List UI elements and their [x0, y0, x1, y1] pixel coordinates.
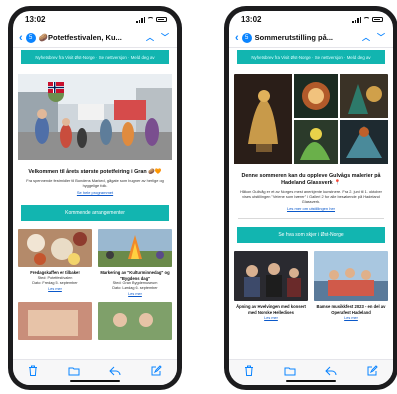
festival-photo [18, 74, 172, 165]
wifi-icon [147, 17, 154, 22]
folder-icon[interactable] [284, 366, 296, 376]
event-photo [234, 251, 308, 302]
event-link[interactable]: Les mer [18, 287, 92, 291]
unread-badge: 5 [25, 32, 36, 43]
artwork-collage [234, 74, 388, 169]
next-message-icon[interactable]: ﹀ [159, 32, 171, 43]
mail-nav-bar: ‹ 5 🥔Potetfestivalen, Ku... ︿ ﹀ [13, 28, 177, 48]
folder-icon[interactable] [68, 366, 80, 376]
status-time: 13:02 [241, 15, 262, 24]
event-grid: Fredagskaffen er tilbake! Sted: Potetfes… [18, 229, 172, 296]
event-card[interactable]: Åpning av Hvelvingen med konsert med Nor… [234, 251, 308, 320]
hero-title: Denne sommeren kan du oppleve Gulvågs ma… [241, 173, 381, 186]
mail-toolbar [13, 359, 177, 385]
status-bar: 13:02 [229, 11, 393, 28]
hero-text: Håkon Gullvåg er et av Norges mest anerk… [240, 188, 382, 205]
hero-title: Velkommen til årets største potetfeiring… [28, 169, 162, 175]
cta-button[interactable]: Kommende arrangementer [21, 205, 169, 222]
event-card[interactable] [98, 302, 172, 341]
home-indicator[interactable] [286, 380, 336, 382]
status-bar: 13:02 [13, 11, 177, 28]
event-card[interactable]: Fredagskaffen er tilbake! Sted: Potetfes… [18, 229, 92, 296]
previous-message-icon[interactable]: ︿ [144, 32, 156, 43]
compose-icon[interactable] [151, 365, 162, 376]
event-date: Dato: Fredag 5. september [32, 280, 78, 285]
hero-link[interactable]: Les mer om utstillingen her [234, 206, 388, 211]
status-time: 13:02 [25, 15, 46, 24]
divider [238, 218, 384, 220]
cta-button[interactable]: Se hva som skjer i Øst-Norge [237, 227, 385, 244]
event-photo [18, 302, 92, 341]
battery-icon [156, 17, 167, 22]
event-card[interactable]: Markering av "Kulturminnedag" og "Bygden… [98, 229, 172, 296]
trash-icon[interactable] [28, 365, 38, 376]
mail-toolbar [229, 359, 393, 385]
event-title: Markering av "Kulturminnedag" og "Bygden… [100, 270, 170, 281]
newsletter-header-strip[interactable]: Nyhetsbrev fra Visit Øst-Norge · Se nett… [237, 50, 385, 64]
newsletter-header-strip[interactable]: Nyhetsbrev fra Visit Øst-Norge · Se nett… [21, 50, 169, 64]
phone-right: 13:02 ‹ 5 Sommerutstilling på... ︿ ﹀ Nyh… [224, 6, 397, 390]
event-card[interactable] [18, 302, 92, 341]
event-link[interactable]: Les mer [234, 316, 308, 320]
compose-icon[interactable] [367, 365, 378, 376]
email-subject: 🥔Potetfestivalen, Ku... [38, 33, 122, 42]
email-body: Nyhetsbrev fra Visit Øst-Norge · Se nett… [13, 48, 177, 341]
phone-left: 13:02 ‹ 5 🥔Potetfestivalen, Ku... ︿ ﹀ Ny… [8, 6, 182, 390]
event-photo [18, 229, 92, 268]
unread-badge: 5 [241, 32, 252, 43]
event-grid: Åpning av Hvelvingen med konsert med Nor… [234, 251, 388, 320]
event-card[interactable]: Bamse musikkfest 2023 - en del av Operaf… [314, 251, 388, 320]
event-grid-row-2 [18, 302, 172, 341]
home-indicator[interactable] [70, 380, 120, 382]
screen-left: 13:02 ‹ 5 🥔Potetfestivalen, Ku... ︿ ﹀ Ny… [13, 11, 177, 385]
battery-icon [372, 17, 383, 22]
wifi-icon [363, 17, 370, 22]
screen-right: 13:02 ‹ 5 Sommerutstilling på... ︿ ﹀ Nyh… [229, 11, 393, 385]
hero-link[interactable]: Se hele programmet [18, 190, 172, 195]
event-link[interactable]: Les mer [98, 292, 172, 296]
back-chevron-icon[interactable]: ‹ [235, 32, 239, 44]
event-link[interactable]: Les mer [314, 316, 388, 320]
event-title: Åpning av Hvelvingen med konsert med Nor… [236, 304, 306, 315]
event-photo [314, 251, 388, 302]
event-photo [98, 229, 172, 268]
next-message-icon[interactable]: ﹀ [375, 32, 387, 43]
event-date: Dato: Lørdag 6. september [112, 286, 158, 291]
signal-icon [136, 16, 145, 23]
previous-message-icon[interactable]: ︿ [360, 32, 372, 43]
mail-nav-bar: ‹ 5 Sommerutstilling på... ︿ ﹀ [229, 28, 393, 48]
reply-icon[interactable] [109, 366, 121, 376]
email-body: Nyhetsbrev fra Visit Øst-Norge · Se nett… [229, 48, 393, 320]
signal-icon [352, 16, 361, 23]
event-title: Bamse musikkfest 2023 - en del av Operaf… [316, 304, 386, 315]
hero-text: Fra spennende festmidler til Bondens Mar… [26, 177, 164, 189]
reply-icon[interactable] [325, 366, 337, 376]
email-subject: Sommerutstilling på... [254, 33, 334, 42]
event-photo [98, 302, 172, 341]
back-chevron-icon[interactable]: ‹ [19, 32, 23, 44]
trash-icon[interactable] [244, 365, 254, 376]
